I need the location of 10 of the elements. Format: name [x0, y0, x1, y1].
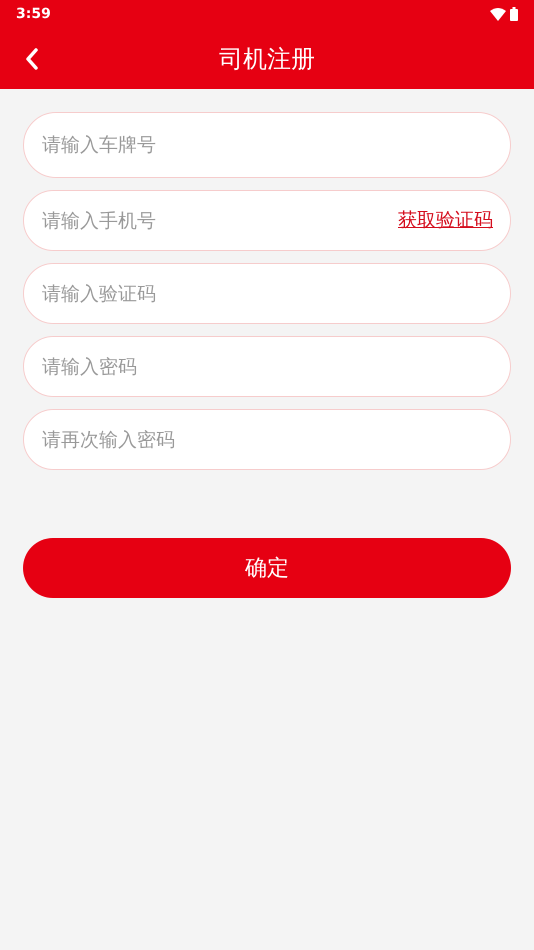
confirm-button[interactable]: 确定: [23, 538, 511, 598]
status-time: 3:59: [16, 4, 51, 24]
battery-icon: [510, 7, 518, 21]
input-field[interactable]: 请再次输入密码: [23, 409, 511, 470]
page-title: 司机注册: [219, 44, 315, 74]
input-field[interactable]: 请输入验证码: [23, 263, 511, 324]
get-code-link[interactable]: 获取验证码: [398, 206, 493, 235]
wifi-icon: [490, 8, 506, 20]
input-field[interactable]: 请输入密码: [23, 336, 511, 397]
input-field[interactable]: 请输入车牌号: [23, 112, 511, 178]
